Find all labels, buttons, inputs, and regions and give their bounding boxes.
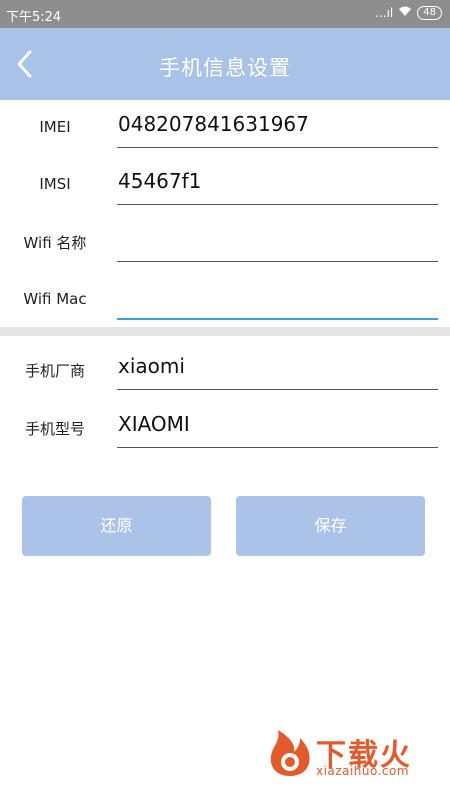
wifi-mac-underline <box>117 318 438 320</box>
model-row: 手机型号 XIAOMI <box>0 408 450 448</box>
wifi-icon <box>398 5 412 20</box>
manufacturer-input[interactable]: xiaomi <box>118 354 185 378</box>
watermark-url: xiazaihuo.com <box>316 764 410 778</box>
imsi-input[interactable]: 45467f1 <box>118 169 201 193</box>
imsi-label: IMSI <box>39 175 71 193</box>
imei-input[interactable]: 048207841631967 <box>118 112 309 136</box>
page-title: 手机信息设置 <box>159 56 291 80</box>
status-time: 下午5:24 <box>6 10 62 25</box>
imei-row: IMEI 048207841631967 <box>0 108 450 148</box>
app-header: 手机信息设置 <box>0 28 450 100</box>
manufacturer-row: 手机厂商 xiaomi <box>0 350 450 390</box>
section-divider <box>0 327 450 336</box>
restore-button[interactable]: 还原 <box>22 496 211 556</box>
model-underline <box>117 447 438 448</box>
wifi-mac-label: Wifi Mac <box>23 290 87 308</box>
imsi-row: IMSI 45467f1 <box>0 165 450 205</box>
imei-underline <box>117 147 438 148</box>
imsi-underline <box>117 204 438 205</box>
manufacturer-underline <box>117 389 438 390</box>
signal-icon: ...ıl <box>375 5 394 20</box>
wifi-mac-row: Wifi Mac <box>0 280 450 320</box>
flame-icon <box>270 730 310 776</box>
manufacturer-label: 手机厂商 <box>24 362 85 380</box>
wifi-name-underline <box>117 261 438 262</box>
model-label: 手机型号 <box>24 420 85 438</box>
status-icons: ...ıl 48 <box>375 5 442 20</box>
model-input[interactable]: XIAOMI <box>118 412 190 436</box>
wifi-name-row: Wifi 名称 <box>0 222 450 262</box>
battery-icon: 48 <box>417 5 442 20</box>
wifi-name-label: Wifi 名称 <box>23 234 87 252</box>
imei-label: IMEI <box>39 118 71 136</box>
watermark-logo: 下载火 xiazaihuo.com <box>266 728 444 778</box>
status-bar: 下午5:24 ...ıl 48 <box>0 0 450 28</box>
save-button[interactable]: 保存 <box>236 496 425 556</box>
